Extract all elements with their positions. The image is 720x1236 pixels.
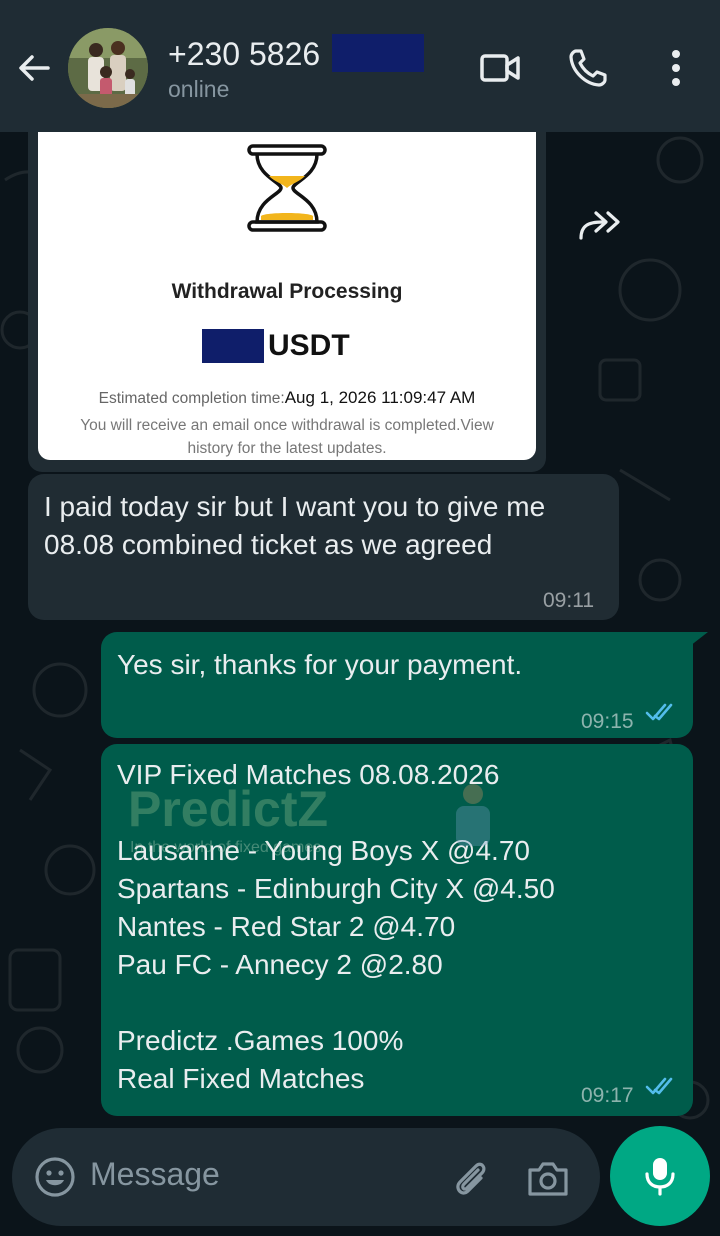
emoji-icon[interactable] (34, 1156, 76, 1198)
currency-label: USDT (268, 329, 350, 362)
chat-header: +230 5826 online (0, 0, 720, 132)
message-text: I paid today sir but I want you to give … (44, 491, 546, 560)
double-check-icon (645, 1077, 673, 1095)
voice-call-icon[interactable] (566, 46, 610, 90)
message-input[interactable]: Message (90, 1156, 220, 1193)
forward-icon[interactable] (578, 208, 622, 242)
redaction-box (332, 34, 424, 72)
message-text: Yes sir, thanks for your payment. (117, 649, 523, 680)
double-check-icon (645, 703, 673, 721)
predictz-watermark-logo: PredictZ In the world of fixed games (128, 781, 490, 856)
hourglass-icon (247, 144, 327, 232)
attach-icon[interactable] (448, 1156, 492, 1200)
video-call-icon[interactable] (478, 46, 522, 90)
estimated-value: Aug 1, 2026 11:09:47 AM (284, 388, 476, 407)
incoming-message[interactable]: I paid today sir but I want you to give … (28, 474, 619, 620)
outgoing-message[interactable]: Yes sir, thanks for your payment. 09:15 (101, 632, 693, 738)
contact-status: online (168, 76, 230, 102)
more-options-icon[interactable] (654, 46, 698, 90)
message-time: 09:11 (543, 589, 594, 612)
camera-icon[interactable] (526, 1156, 570, 1200)
watermark-subtext: In the world of fixed games (130, 839, 321, 856)
withdrawal-title: Withdrawal Processing (171, 280, 403, 303)
avatar[interactable] (68, 28, 148, 108)
message-time: 09:17 (581, 1084, 634, 1107)
amount-redaction (202, 329, 264, 363)
watermark-text: PredictZ (128, 781, 328, 837)
back-arrow-icon[interactable] (16, 50, 52, 86)
message-time: 09:15 (581, 710, 634, 733)
avatar-photo (68, 28, 148, 108)
estimated-label: Estimated completion time: (98, 390, 285, 407)
microphone-icon (645, 1158, 675, 1196)
contact-name[interactable]: +230 5826 (168, 36, 320, 73)
withdrawal-screenshot[interactable]: Withdrawal Processing USDT Estimated com… (38, 132, 536, 460)
voice-message-button[interactable] (610, 1126, 710, 1226)
withdrawal-note: You will receive an email once withdrawa… (80, 417, 494, 457)
amount-row: USDT (202, 329, 350, 363)
estimated-completion: Estimated completion time:Aug 1, 2026 11… (38, 388, 536, 408)
